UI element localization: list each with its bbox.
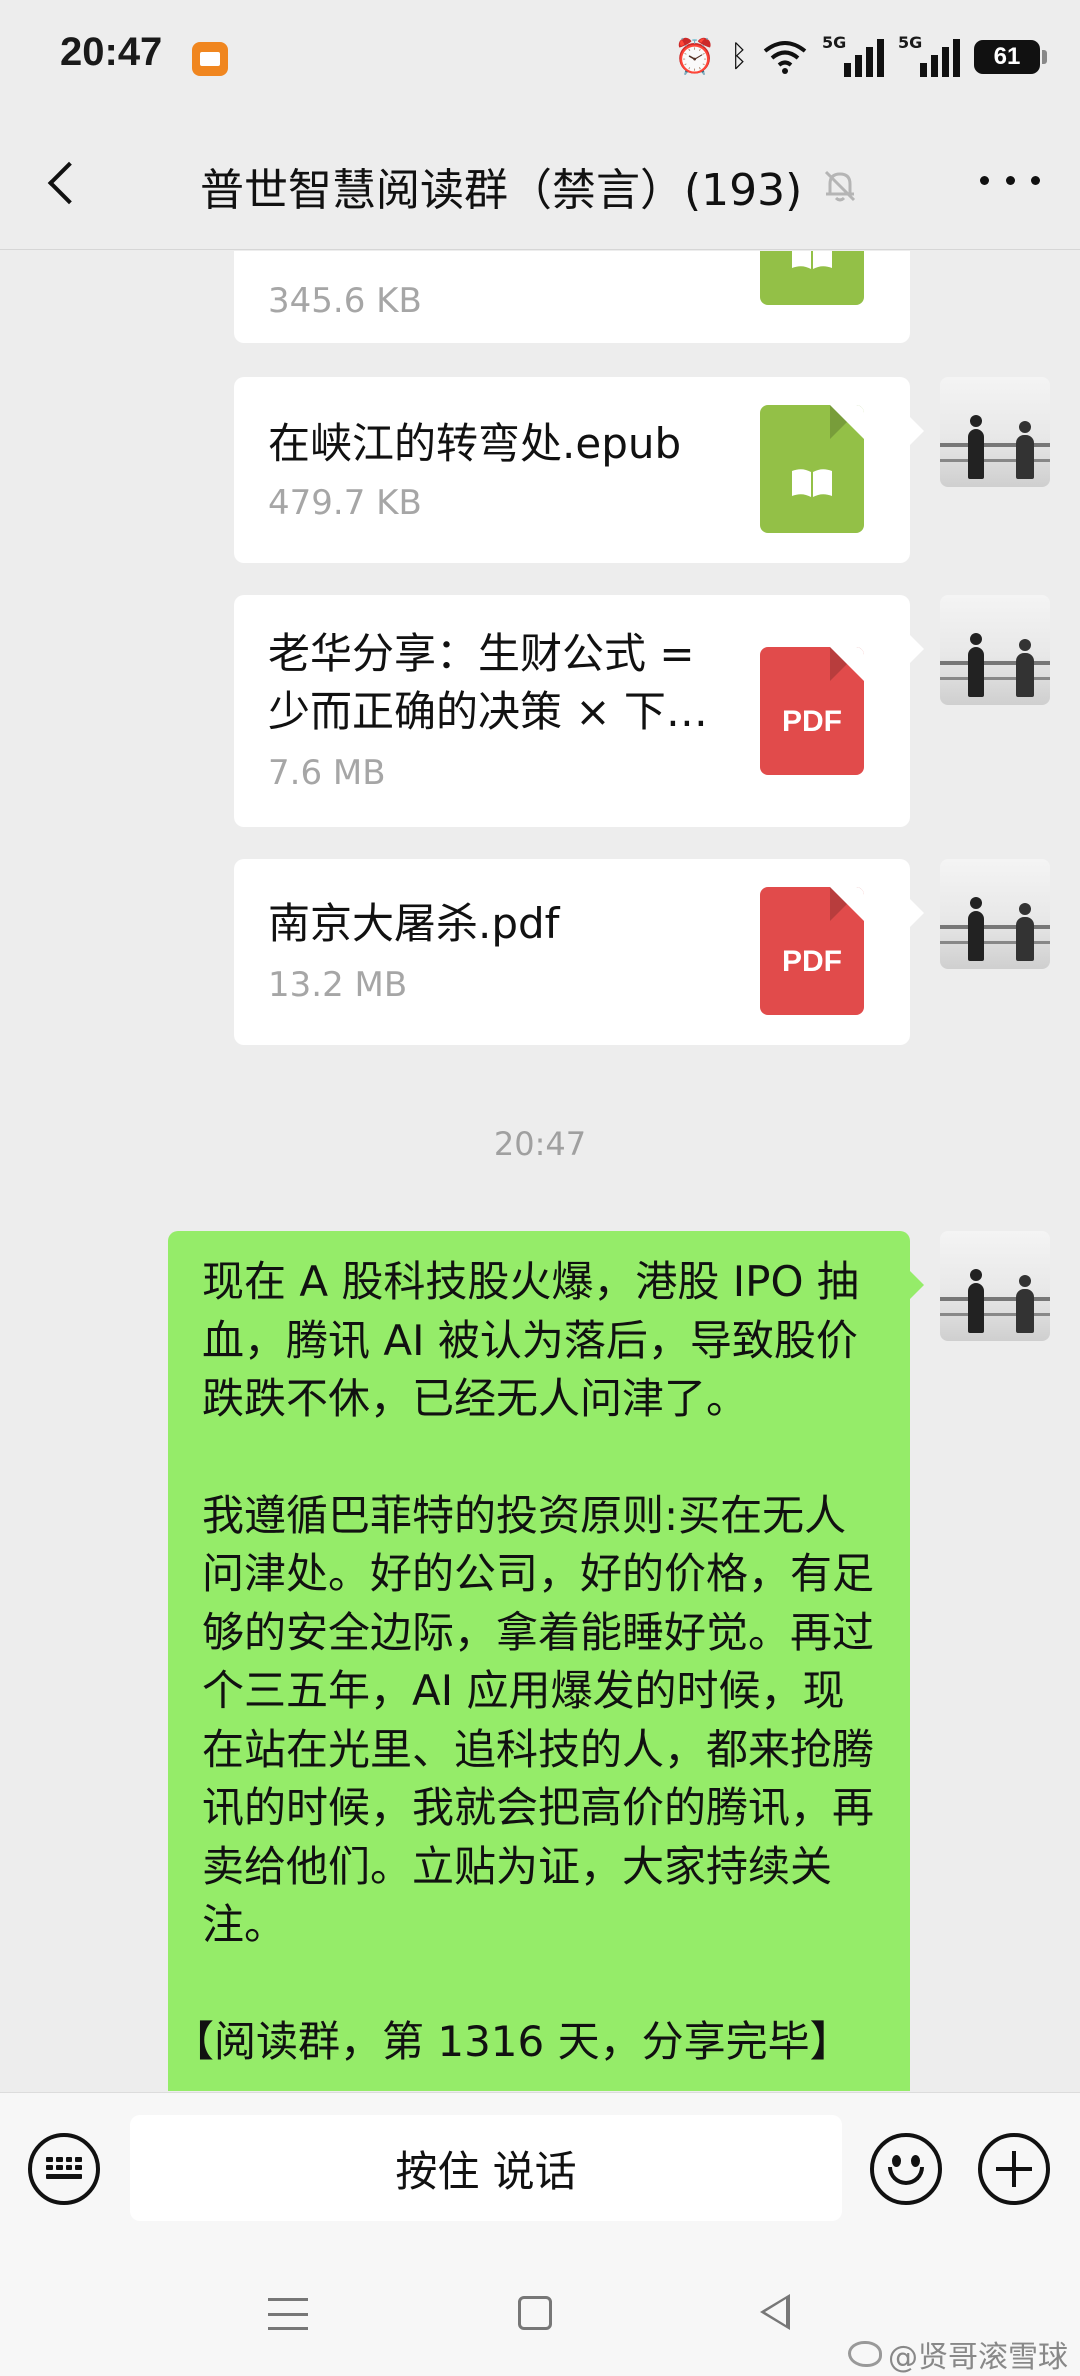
more-actions-plus-button[interactable]	[978, 2133, 1050, 2205]
mute-bell-icon	[825, 170, 856, 202]
battery-icon: 61	[974, 40, 1047, 74]
message-paragraph: 现在 A 股科技股火爆，港股 IPO 抽血，腾讯 AI 被认为落后，导致股价跌跌…	[202, 1257, 859, 1423]
file-name: 在峡江的转弯处.epub	[268, 419, 682, 468]
keyboard-toggle-button[interactable]	[28, 2133, 100, 2205]
notification-app-icon	[192, 42, 228, 76]
back-button[interactable]	[36, 154, 96, 214]
message-paragraph: 【阅读群，第 1316 天，分享完毕】	[172, 2016, 852, 2066]
text-message-bubble[interactable]: 现在 A 股科技股火爆，港股 IPO 抽血，腾讯 AI 被认为落后，导致股价跌跌…	[168, 1231, 924, 2091]
network-label-2: 5G	[898, 33, 923, 52]
weibo-logo-icon	[848, 2341, 882, 2367]
home-button[interactable]	[518, 2296, 552, 2330]
message-timestamp: 20:47	[493, 1125, 587, 1163]
emoji-button[interactable]	[870, 2133, 942, 2205]
chat-title-group: 普世智慧阅读群（禁言）(193)	[200, 154, 860, 218]
message-paragraph: 我遵循巴菲特的投资原则:买在无人问津处。好的公司，好的价格，有足够的安全边际，拿…	[202, 1490, 875, 1950]
hold-to-talk-button[interactable]: 按住 说话	[130, 2115, 842, 2221]
epub-file-icon	[760, 405, 864, 533]
status-icons: ⏰ ᛒ 5G 5G 61	[673, 32, 1047, 82]
file-name: 老华分享：生财公式 = 少而正确的决策 × 下…	[268, 629, 708, 736]
pdf-file-icon: PDF	[760, 887, 864, 1015]
pdf-file-icon: PDF	[760, 647, 864, 775]
signal-5g-icon-1: 5G	[822, 33, 884, 77]
watermark-text: @贤哥滚雪球	[888, 2340, 1068, 2375]
keyboard-icon	[46, 2157, 82, 2179]
wifi-icon	[763, 41, 807, 74]
avatar[interactable]	[940, 1231, 1050, 1341]
file-message-card[interactable]: 在峡江的转弯处.epub 479.7 KB	[234, 377, 924, 563]
network-label-1: 5G	[822, 33, 847, 52]
avatar[interactable]	[940, 595, 1050, 705]
file-size: 7.6 MB	[268, 753, 386, 793]
file-size: 13.2 MB	[268, 965, 408, 1005]
emoji-icon	[892, 2155, 901, 2167]
file-message-card[interactable]: 345.6 KB	[234, 251, 910, 343]
chat-header: 普世智慧阅读群（禁言）(193)	[0, 116, 1080, 250]
avatar[interactable]	[940, 377, 1050, 487]
system-nav-bar: @贤哥滚雪球	[0, 2242, 1080, 2376]
chat-message-list[interactable]: 345.6 KB 在峡江的转弯处.epub 479.7 KB 老华分享：生财公式…	[0, 251, 1080, 2091]
chat-title: 普世智慧阅读群（禁言）(193)	[200, 165, 803, 216]
avatar[interactable]	[940, 859, 1050, 969]
signal-5g-icon-2: 5G	[898, 33, 960, 77]
recents-menu-button[interactable]	[268, 2298, 308, 2330]
file-name: 南京大屠杀.pdf	[268, 899, 560, 948]
alarm-icon: ⏰	[673, 37, 716, 77]
file-message-card[interactable]: 老华分享：生财公式 = 少而正确的决策 × 下… 7.6 MB PDF	[234, 595, 924, 827]
epub-file-icon	[760, 251, 864, 305]
system-back-button[interactable]	[760, 2294, 790, 2330]
file-message-card[interactable]: 南京大屠杀.pdf 13.2 MB PDF	[234, 859, 924, 1045]
status-time: 20:47	[60, 30, 163, 74]
file-size: 479.7 KB	[268, 483, 422, 523]
status-bar: 20:47 ⏰ ᛒ 5G 5G 61	[0, 0, 1080, 116]
more-options-button[interactable]	[980, 170, 1040, 190]
chat-input-bar: 按住 说话	[0, 2092, 1080, 2242]
bluetooth-icon: ᛒ	[730, 39, 748, 74]
file-size: 345.6 KB	[268, 281, 422, 321]
watermark: @贤哥滚雪球	[848, 2332, 1068, 2376]
